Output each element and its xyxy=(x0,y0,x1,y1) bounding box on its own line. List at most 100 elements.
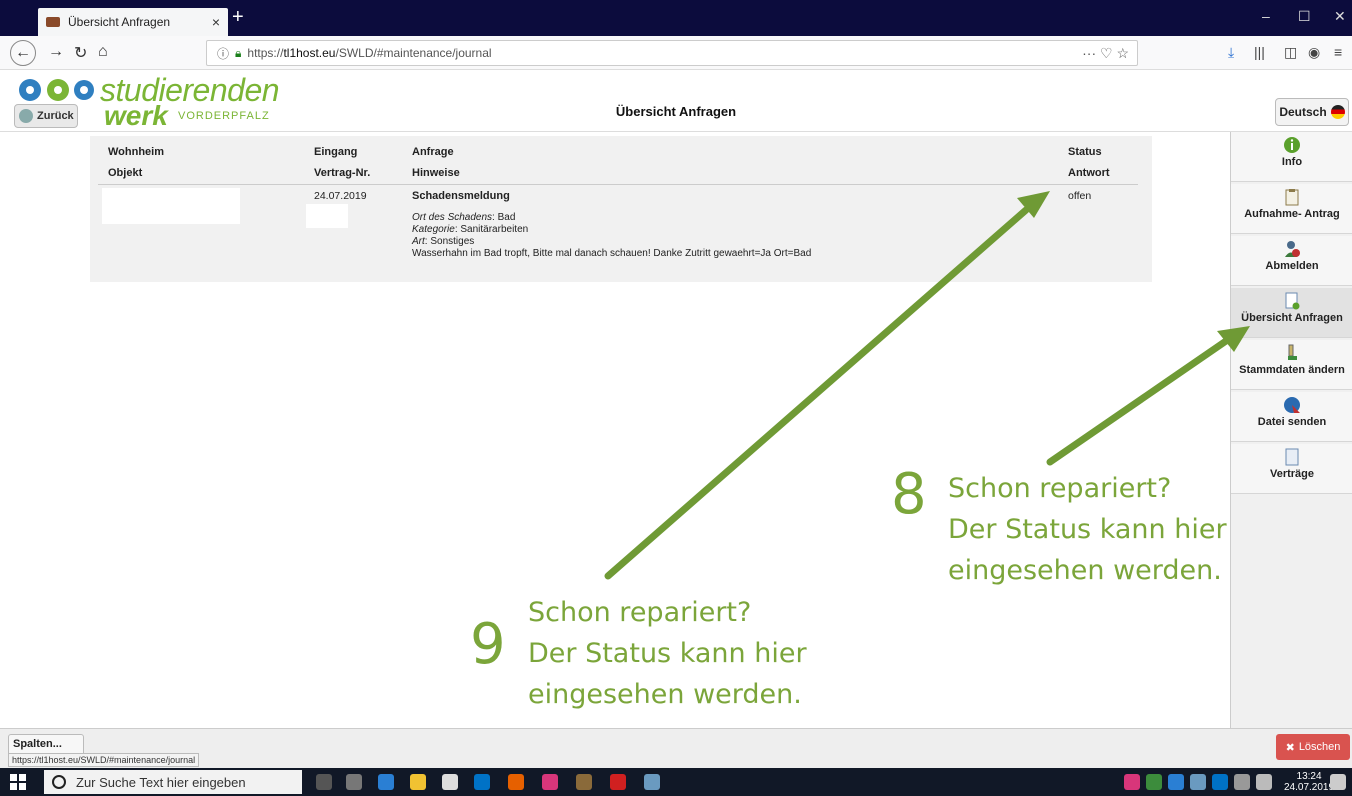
arrow-8-shaft xyxy=(1046,337,1230,466)
sidebar-item-label: Übersicht Anfragen xyxy=(1241,312,1343,324)
contract-icon xyxy=(1285,448,1299,466)
tray-icon[interactable] xyxy=(1124,774,1140,790)
header-status: Status xyxy=(1068,146,1102,158)
task-view-icon[interactable] xyxy=(346,774,362,790)
delete-button[interactable]: ✖ Löschen xyxy=(1276,734,1350,760)
clock-time: 13:24 xyxy=(1296,771,1322,782)
info-icon xyxy=(1284,137,1300,153)
requests-table: Wohnheim Eingang Anfrage Status Objekt V… xyxy=(90,136,1152,282)
tray-icon[interactable] xyxy=(1168,774,1184,790)
app-icon[interactable] xyxy=(576,774,592,790)
firefox-icon[interactable] xyxy=(508,774,524,790)
download-icon[interactable]: ⤓ xyxy=(1228,44,1234,61)
art-value: : Sonstiges xyxy=(424,236,475,247)
maximize-icon[interactable]: ☐ xyxy=(1298,8,1311,25)
menu-icon[interactable]: ≡ xyxy=(1334,44,1342,60)
reload-icon[interactable]: ↻ xyxy=(74,43,87,63)
sidebar-item-abmelden[interactable]: Abmelden xyxy=(1231,236,1352,286)
library-icon[interactable]: ||| xyxy=(1254,44,1265,60)
right-sidebar: Info Aufnahme- Antrag Abmelden Übersicht… xyxy=(1230,132,1352,732)
cortana-icon xyxy=(52,775,66,789)
app-icon[interactable] xyxy=(542,774,558,790)
kategorie-value: : Sanitärarbeiten xyxy=(454,224,529,235)
taskbar-clock[interactable]: 13:24 24.07.2019 xyxy=(1284,771,1334,793)
search-placeholder: Zur Suche Text hier eingeben xyxy=(76,774,246,790)
user-logout-icon xyxy=(1285,241,1300,257)
clock-date: 24.07.2019 xyxy=(1284,782,1335,793)
edge-icon[interactable] xyxy=(378,774,394,790)
taskbar-search-input[interactable]: Zur Suche Text hier eingeben xyxy=(44,770,302,794)
language-label: Deutsch xyxy=(1279,105,1327,119)
sidebar-item-datei-senden[interactable]: Datei senden xyxy=(1231,392,1352,442)
minimize-icon[interactable]: – xyxy=(1262,8,1270,24)
row-details: Ort des Schadens: Bad Kategorie: Sanitär… xyxy=(412,212,811,260)
outlook-icon[interactable] xyxy=(474,774,490,790)
info-circle-icon[interactable]: ⓘ xyxy=(217,45,229,62)
sidebar-item-label: Stammdaten ändern xyxy=(1239,364,1345,376)
annotation-8-line: Der Status kann hier xyxy=(948,514,1227,545)
tray-icon[interactable] xyxy=(1146,774,1162,790)
sidebar-item-vertraege[interactable]: Verträge xyxy=(1231,444,1352,494)
sidebar-item-info[interactable]: Info xyxy=(1231,132,1352,182)
page-actions-icon[interactable]: ··· ♡ ☆ xyxy=(1082,45,1129,62)
clipboard-icon xyxy=(1285,189,1299,206)
sidebar-item-label: Abmelden xyxy=(1265,260,1319,272)
header-anfrage: Anfrage xyxy=(412,146,454,158)
forward-arrow-icon[interactable]: → xyxy=(48,43,64,61)
favicon-icon xyxy=(46,17,60,27)
sidebar-item-aufnahme-antrag[interactable]: Aufnahme- Antrag xyxy=(1231,184,1352,234)
sidebar-item-stammdaten-aendern[interactable]: Stammdaten ändern xyxy=(1231,340,1352,390)
row-date: 24.07.2019 xyxy=(314,190,367,202)
url-bar[interactable]: ⓘ 🔒︎ https://tl1host.eu/SWLD/#maintenanc… xyxy=(206,40,1138,66)
close-x-icon: ✖ xyxy=(1285,741,1295,754)
windows-start-icon[interactable] xyxy=(10,774,26,790)
close-window-icon[interactable]: ✕ xyxy=(1334,8,1346,25)
extension-icon[interactable]: ◉ xyxy=(1308,44,1320,61)
new-tab-button[interactable]: + xyxy=(232,6,244,29)
annotation-8-number: 8 xyxy=(891,462,927,527)
tab-title: Übersicht Anfragen xyxy=(68,15,171,29)
language-button[interactable]: Deutsch xyxy=(1275,98,1349,126)
microphone-icon[interactable] xyxy=(316,774,332,790)
mail-icon[interactable] xyxy=(442,774,458,790)
network-icon[interactable] xyxy=(1234,774,1250,790)
delete-button-label: Löschen xyxy=(1298,741,1341,753)
sidebar-item-uebersicht-anfragen[interactable]: Übersicht Anfragen xyxy=(1231,288,1352,338)
app-header: studierenden werk VORDERPFALZ xyxy=(0,70,1352,132)
document-check-icon xyxy=(1285,292,1300,310)
page-title: Übersicht Anfragen xyxy=(615,104,737,119)
browser-tab[interactable]: Übersicht Anfragen × xyxy=(38,8,228,36)
annotation-8-line: Schon repariert? xyxy=(948,473,1172,504)
sidebar-item-label: Verträge xyxy=(1269,468,1315,480)
annotation-8-text: Schon repariert? Der Status kann hier ei… xyxy=(948,468,1227,591)
annotation-9-text: Schon repariert? Der Status kann hier ei… xyxy=(528,592,807,715)
art-label: Art xyxy=(412,236,425,247)
sidebar-item-label: Datei senden xyxy=(1257,416,1327,428)
sidebar-toggle-icon[interactable]: ◫ xyxy=(1284,44,1297,61)
notifications-icon[interactable] xyxy=(1330,774,1346,790)
pen-icon xyxy=(1288,344,1297,360)
annotation-9-line: Der Status kann hier xyxy=(528,638,807,669)
sidebar-item-label: Info xyxy=(1281,156,1303,168)
annotation-9-line: Schon repariert? xyxy=(528,597,752,628)
sidebar-item-label: Aufnahme- Antrag xyxy=(1244,208,1340,220)
tray-icon[interactable] xyxy=(1190,774,1206,790)
back-arrow-icon[interactable]: ← xyxy=(10,40,36,66)
file-explorer-icon[interactable] xyxy=(410,774,426,790)
tab-close-icon[interactable]: × xyxy=(212,14,220,30)
app-footer xyxy=(0,728,1352,768)
header-vertrag-nr: Vertrag-Nr. xyxy=(314,167,371,179)
tray-icon[interactable] xyxy=(1212,774,1228,790)
windows-taskbar: Zur Suche Text hier eingeben 13:24 24.07… xyxy=(0,768,1352,796)
lock-icon: 🔒︎ xyxy=(235,45,242,60)
row-title[interactable]: Schadensmeldung xyxy=(412,190,510,202)
volume-icon[interactable] xyxy=(1256,774,1272,790)
status-url: https://tl1host.eu/SWLD/#maintenance/jou… xyxy=(8,753,200,767)
annotation-8-line: eingesehen werden. xyxy=(948,555,1222,586)
paint-icon[interactable] xyxy=(644,774,660,790)
annotation-9-number: 9 xyxy=(470,612,506,677)
globe-send-icon xyxy=(1284,397,1300,413)
home-icon[interactable]: ⌂ xyxy=(98,43,108,61)
header-objekt: Objekt xyxy=(108,167,143,179)
acrobat-icon[interactable] xyxy=(610,774,626,790)
